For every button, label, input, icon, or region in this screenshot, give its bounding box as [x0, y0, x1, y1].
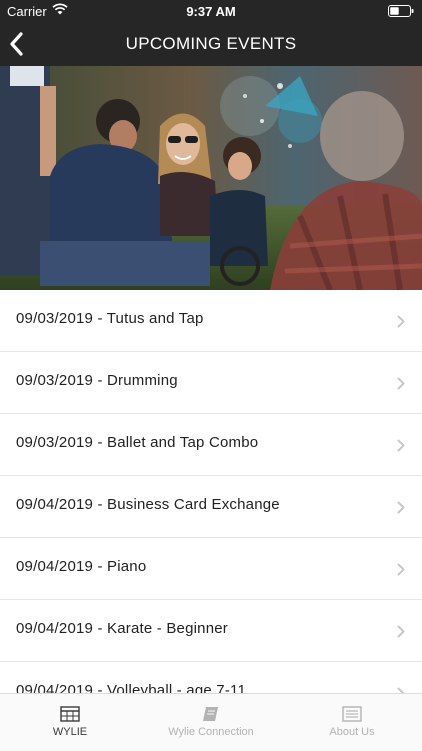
event-label: 09/03/2019 - Drumming [16, 372, 178, 389]
event-label: 09/04/2019 - Karate - Beginner [16, 620, 228, 637]
tab-label: Wylie Connection [168, 726, 254, 738]
hero-image [0, 66, 422, 290]
book-icon [201, 706, 221, 727]
calendar-grid-icon [60, 706, 80, 727]
status-bar: Carrier 9:37 AM [0, 0, 422, 22]
list-item[interactable]: 09/04/2019 - Piano [0, 538, 422, 600]
event-label: 09/04/2019 - Business Card Exchange [16, 496, 280, 513]
list-item[interactable]: 09/03/2019 - Drumming [0, 352, 422, 414]
battery-icon [388, 5, 414, 20]
tab-wylie-connection[interactable]: Wylie Connection [141, 694, 281, 751]
chevron-right-icon [397, 563, 405, 576]
newspaper-icon [342, 706, 362, 727]
chevron-right-icon [397, 625, 405, 638]
page-title: UPCOMING EVENTS [125, 34, 297, 53]
list-item[interactable]: 09/03/2019 - Tutus and Tap [0, 290, 422, 352]
event-label: 09/04/2019 - Piano [16, 558, 147, 575]
navigation-bar: UPCOMING EVENTS [0, 22, 422, 66]
tab-wylie[interactable]: WYLIE [0, 694, 140, 751]
events-list: 09/03/2019 - Tutus and Tap 09/03/2019 - … [0, 290, 422, 693]
list-item[interactable]: 09/04/2019 - Business Card Exchange [0, 476, 422, 538]
chevron-right-icon [397, 377, 405, 390]
event-label: 09/03/2019 - Ballet and Tap Combo [16, 434, 259, 451]
list-item[interactable]: 09/04/2019 - Volleyball - age 7-11 [0, 662, 422, 693]
chevron-right-icon [397, 501, 405, 514]
chevron-right-icon [397, 315, 405, 328]
tab-label: WYLIE [52, 726, 88, 738]
tab-about-us[interactable]: About Us [282, 694, 422, 751]
chevron-right-icon [397, 439, 405, 452]
list-item[interactable]: 09/04/2019 - Karate - Beginner [0, 600, 422, 662]
event-label: 09/03/2019 - Tutus and Tap [16, 310, 204, 327]
event-label: 09/04/2019 - Volleyball - age 7-11 [16, 682, 247, 693]
list-item[interactable]: 09/03/2019 - Ballet and Tap Combo [0, 414, 422, 476]
status-time: 9:37 AM [186, 4, 236, 19]
top-bar: Carrier 9:37 AM UPCOMING EVENTS [0, 0, 422, 66]
tab-bar: WYLIE Wylie Connection About Us [0, 693, 422, 751]
tab-label: About Us [329, 726, 375, 738]
